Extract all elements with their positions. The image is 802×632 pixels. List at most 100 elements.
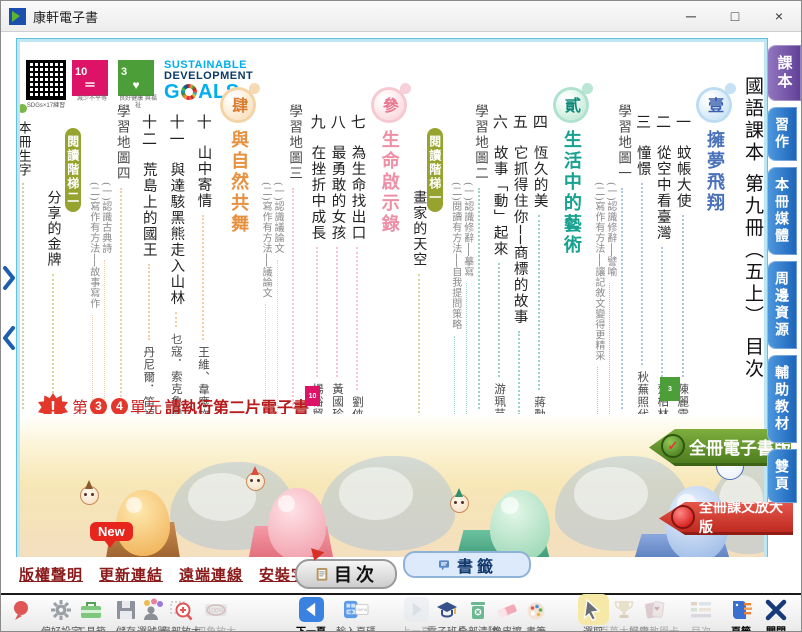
page-title: 國語課本 第九冊（五上） 目次 <box>743 70 762 402</box>
cards-icon <box>642 598 666 622</box>
tab-workbook[interactable]: 習作 <box>767 107 797 161</box>
leader-dots <box>202 215 204 340</box>
leader-dots <box>621 188 623 409</box>
hundred-percent-icon: 100% <box>204 598 228 622</box>
app-logo-icon <box>9 8 26 25</box>
toc-lesson-12[interactable]: 十二 荒島上的國王 丹尼爾．笛福 134 <box>137 70 160 440</box>
leader-dots <box>641 183 643 365</box>
leader-dots <box>498 263 500 377</box>
close-x-icon <box>764 598 788 622</box>
record-dot-icon <box>673 507 693 527</box>
toc-map-1[interactable]: 學習地圖一 34 (一)認識修辭──譬喻 (二)寫作有方法──讓記敘文變得更精采 <box>591 70 630 396</box>
pen-button[interactable]: 畫筆 <box>508 597 564 632</box>
titlebar: 康軒電子書 ─ □ × <box>1 1 801 32</box>
table-of-contents: 國語課本 第九冊（五上） 目次 壹 擁夢飛翔 一 蚊帳大使 陳麗雲 8 二 從空… <box>30 70 762 396</box>
unit-4-header[interactable]: 肆 與自然共舞 <box>223 70 253 416</box>
toc-lesson-5[interactable]: 五 它抓得住你──商標的故事 48 <box>512 70 527 440</box>
toc-ladder-1[interactable]: 閱讀階梯一 畫家的天空 黃宣勳 72 <box>409 70 443 396</box>
toc-map-4[interactable]: 學習地圖四 144 (一)認識古典詩 (二)寫作有方法──故事寫作 <box>86 70 133 396</box>
update-link[interactable]: 更新連結 <box>99 564 163 585</box>
toc-lesson-6[interactable]: 六 故事「動」起來 游珮芸 58 <box>492 70 507 440</box>
toc-map-2[interactable]: 學習地圖二 68 (一)認識修辭──摹寫 (二)閱讀有方法──自我提問策略 <box>448 70 487 396</box>
leader-dots <box>336 247 338 377</box>
red-pin-icon <box>9 598 33 622</box>
toc-lesson-3[interactable]: 三 憧憬 秋蕪照代 26 <box>635 70 650 440</box>
unit-3-badge: 3 <box>90 398 107 415</box>
leader-dots <box>478 188 480 409</box>
maximize-button[interactable]: □ <box>713 3 757 29</box>
ebook-page: SDGs×17練習 10 ＝ 減少不平等 3 ♥ 良好健康 與福祉 SUSTAI… <box>17 39 767 563</box>
chevron-right-icon[interactable] <box>2 265 16 291</box>
toc-lesson-4[interactable]: 四 恆久的美 蔣勳 40 <box>532 70 547 440</box>
toc-extra-characters[interactable]: 本冊生字 154 <box>17 70 34 430</box>
bookmark-tab[interactable]: 書籤 <box>403 551 531 578</box>
leader-dots <box>175 312 177 327</box>
toc-ladder-2[interactable]: 閱讀階梯二 分享的金牌 林韋伶 148 <box>39 70 81 396</box>
tab-dualpage[interactable]: 雙頁 <box>767 449 797 503</box>
unit-1-header[interactable]: 壹 擁夢飛翔 <box>699 70 729 416</box>
shell-decoration <box>320 456 455 551</box>
toc-map-3[interactable]: 學習地圖三 106 (一)認識議論文 (二)寫作有方法──議論文 <box>258 70 305 396</box>
bookmark-icon <box>437 557 453 573</box>
corner-zoom-button[interactable]: 100% 四角放大 <box>188 597 244 632</box>
clipboard-icon <box>314 566 330 582</box>
leader-dots <box>292 188 294 409</box>
app-window: 康軒電子書 ─ □ × SDGs×17練習 10 ＝ 減少不平等 3 <box>0 0 802 632</box>
leader-dots <box>22 183 24 409</box>
beach-illustration: New <box>20 414 764 560</box>
sidebar: 課本 習作 本冊媒體 周邊資源 輔助教材 雙頁 <box>767 45 802 509</box>
new-badge: New <box>90 522 133 541</box>
leader-dots <box>661 247 663 377</box>
unit-1-medal-icon: 壹 <box>699 90 729 120</box>
minimize-button[interactable]: ─ <box>669 3 713 29</box>
svg-text:100%: 100% <box>208 607 225 614</box>
exit-button[interactable]: 關閉 <box>748 597 802 632</box>
tab-resources[interactable]: 周邊資源 <box>767 261 797 349</box>
unit-2-header[interactable]: 貳 生活中的藝術 <box>556 70 586 416</box>
mascot-red <box>246 472 265 491</box>
unit-3-magnifier-icon: 參 <box>374 90 404 120</box>
egg-green <box>490 490 550 560</box>
leader-dots <box>518 331 520 414</box>
footer-band: 版權聲明 更新連結 遠端連線 安裝字型 目次 書籤 <box>1 557 801 593</box>
copyright-link[interactable]: 版權聲明 <box>19 564 83 585</box>
leader-dots <box>682 215 684 377</box>
mascot-brown <box>80 486 99 505</box>
goto-page-button[interactable]: menu 輸入頁碼 <box>328 597 384 632</box>
unit-3-header[interactable]: 參 生命啟示錄 <box>374 70 404 416</box>
svg-text:menu: menu <box>356 607 367 612</box>
page-input-icon: menu <box>344 596 369 623</box>
toc-lesson-7[interactable]: 七 為生命找出口 劉俠 80 <box>350 70 365 440</box>
remote-link[interactable]: 遠端連線 <box>179 564 243 585</box>
ladder-badge: 閱讀階梯二 <box>65 128 81 212</box>
toolbar: 偏好設定 工具箱 儲存 選號器 局部放大 100% 四角放大 下一頁 menu <box>1 593 801 632</box>
check-icon: ✓ <box>663 436 683 456</box>
leader-dots <box>356 247 358 390</box>
toc-lesson-11[interactable]: 十一 與達駭黑熊走入山林 乜寇．索克魯曼 122 <box>165 70 188 440</box>
palette-icon <box>524 598 548 622</box>
bullet-icon <box>18 104 27 113</box>
toc-lesson-10[interactable]: 十 山中寄情 王維、韋應物 112 <box>192 70 214 440</box>
arrow-left-icon <box>299 596 324 623</box>
window-title: 康軒電子書 <box>33 7 98 26</box>
sdg-mini-badge-10: 10 <box>305 386 320 406</box>
leader-dots <box>120 188 122 409</box>
tab-aids[interactable]: 輔助教材 <box>767 355 797 443</box>
unit-2-palette-icon: 貳 <box>556 90 586 120</box>
unit-4-leaf-icon: 肆 <box>223 90 253 120</box>
chevron-left-icon[interactable] <box>2 325 16 351</box>
leader-dots <box>148 264 150 340</box>
toc-lesson-9[interactable]: 九 在挫折中成長 楊裕貿 96 <box>310 70 325 440</box>
toc-lesson-8[interactable]: 八 最勇敢的女孩 黃國珍 88 <box>330 70 345 440</box>
mascot-green <box>450 494 469 513</box>
list-icon <box>689 598 713 622</box>
tab-media[interactable]: 本冊媒體 <box>767 167 797 255</box>
unit-4-badge: 4 <box>111 398 128 415</box>
leader-dots <box>538 215 540 390</box>
sdg-mini-badge-3: 3 <box>660 377 680 401</box>
toc-tab[interactable]: 目次 <box>295 559 397 589</box>
ladder-badge: 閱讀階梯一 <box>427 128 443 212</box>
leader-dots <box>316 247 318 377</box>
close-button[interactable]: × <box>757 3 801 29</box>
tab-textbook[interactable]: 課本 <box>767 45 801 101</box>
